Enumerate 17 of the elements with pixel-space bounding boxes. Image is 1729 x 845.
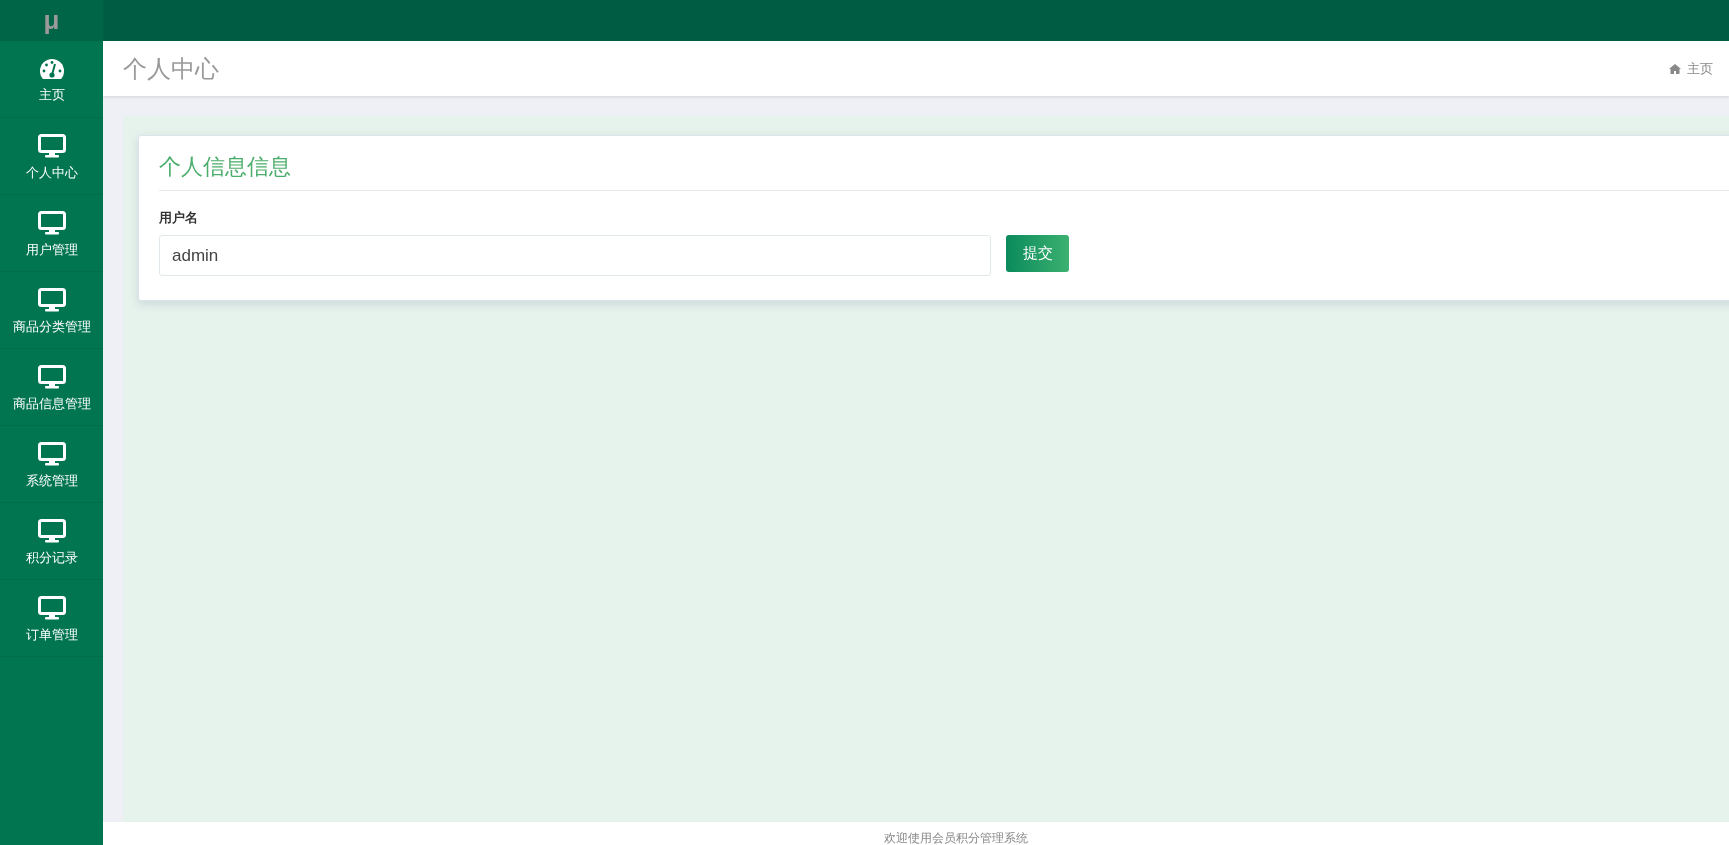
- logo: μ: [0, 0, 103, 41]
- breadcrumb-link[interactable]: 主页: [1687, 59, 1713, 78]
- monitor-icon: [37, 596, 66, 620]
- username-field[interactable]: admin: [159, 235, 991, 276]
- field-label: 用户名: [159, 209, 198, 227]
- home-icon: [1669, 63, 1681, 74]
- monitor-icon: [37, 442, 66, 466]
- page-title: 个人中心: [123, 53, 219, 84]
- monitor-icon: [37, 365, 66, 389]
- monitor-icon: [37, 211, 66, 235]
- footer-text: 欢迎使用会员积分管理系统: [884, 831, 1028, 845]
- card-title: 个人信息信息: [159, 152, 1729, 191]
- gauge-icon: [38, 58, 65, 80]
- monitor-icon: [37, 288, 66, 312]
- monitor-icon: [37, 519, 66, 543]
- monitor-icon: [37, 134, 66, 158]
- submit-button[interactable]: 提交: [1006, 235, 1069, 272]
